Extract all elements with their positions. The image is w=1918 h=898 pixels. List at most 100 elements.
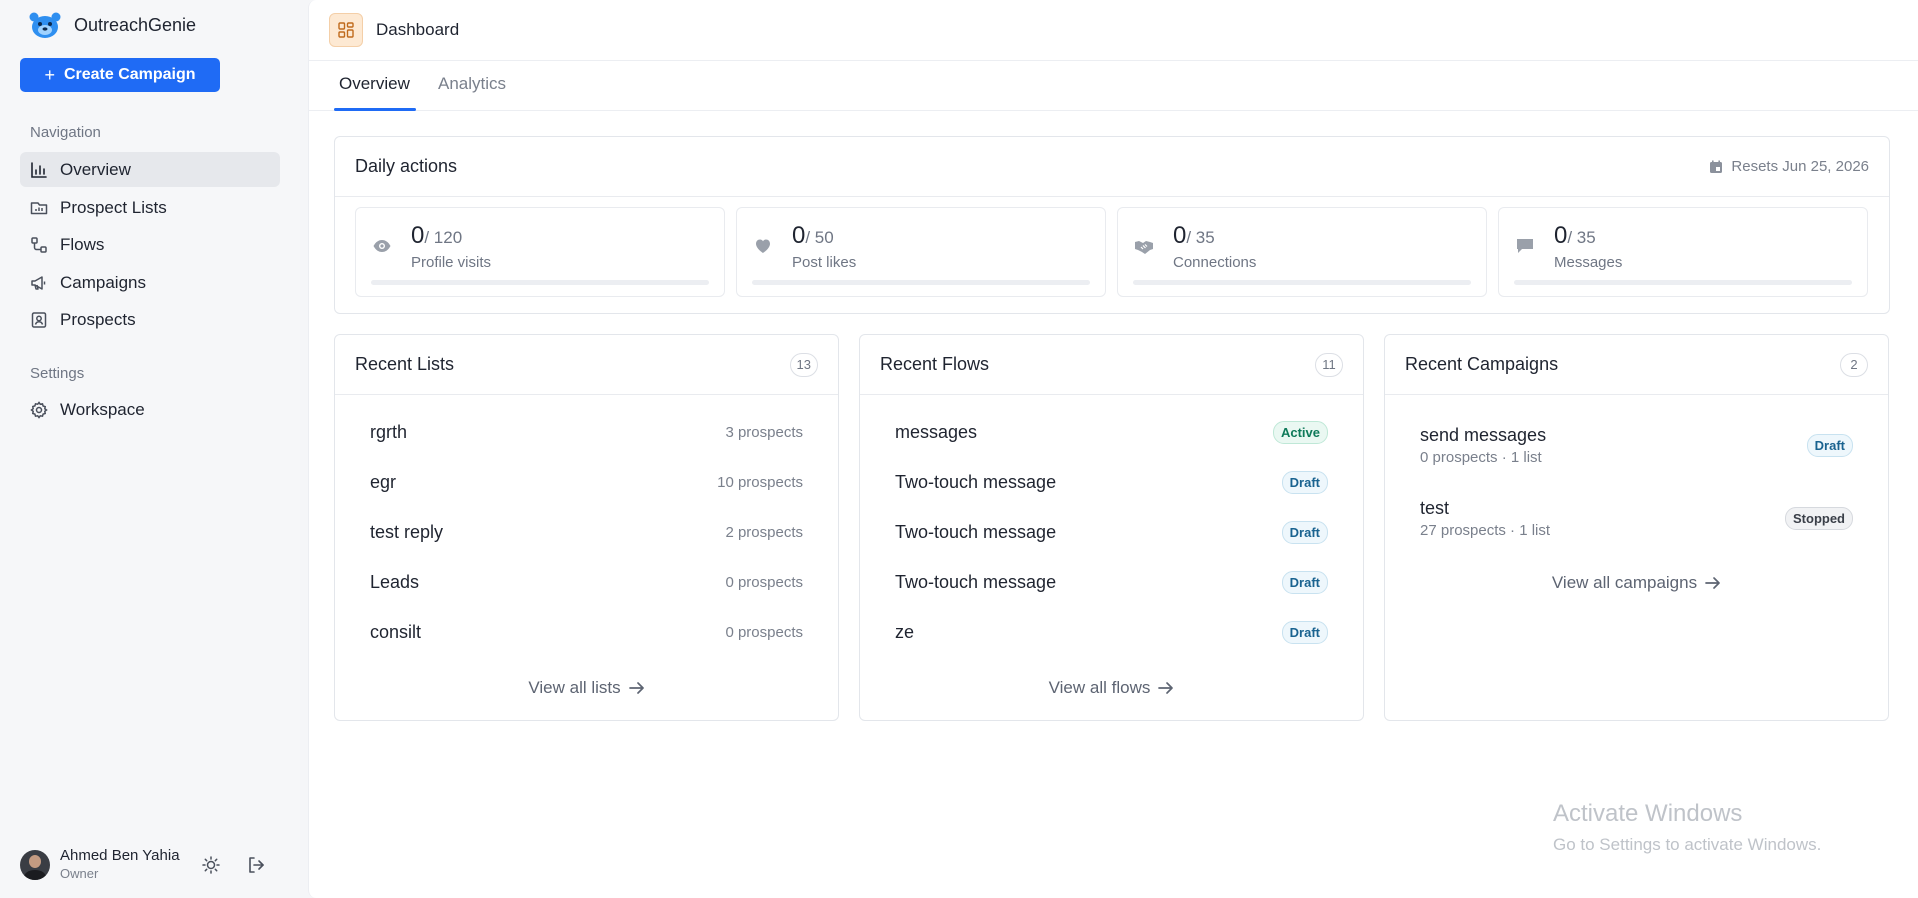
create-campaign-button[interactable]: + Create Campaign [20, 58, 220, 92]
plus-icon: + [44, 64, 55, 85]
folder-chart-icon [30, 201, 48, 214]
list-item[interactable]: test reply 2 prospects [370, 517, 803, 547]
list-item[interactable]: Leads 0 prospects [370, 567, 803, 597]
sidebar-item-flows[interactable]: Flows [20, 227, 280, 262]
tab-overview[interactable]: Overview [339, 74, 410, 94]
windows-activation-watermark: Activate Windows Go to Settings to activ… [1553, 800, 1821, 855]
arrow-right-icon [1158, 682, 1174, 694]
resets-info: Resets Jun 25, 2026 [1709, 158, 1869, 175]
message-icon [1517, 239, 1533, 253]
metric-progress-bar [1514, 280, 1852, 285]
navigation-section-label: Navigation [30, 124, 101, 141]
metric-post-likes: 0/ 50 Post likes [736, 207, 1106, 297]
view-all-flows-link[interactable]: View all flows [860, 678, 1363, 698]
metric-connections: 0/ 35 Connections [1117, 207, 1487, 297]
top-bar: Dashboard [309, 0, 1918, 61]
eye-icon [373, 240, 391, 252]
page-title: Dashboard [376, 20, 460, 39]
sidebar-item-workspace[interactable]: Workspace [20, 392, 280, 427]
sidebar-item-overview[interactable]: Overview [20, 152, 280, 187]
metric-progress-bar [371, 280, 709, 285]
handshake-icon [1135, 241, 1153, 254]
metric-label: Profile visits [411, 254, 492, 271]
recent-campaigns-title: Recent Campaigns [1405, 354, 1559, 374]
brand[interactable]: OutreachGenie [28, 10, 196, 40]
metric-value: 0/ 35 [1554, 222, 1596, 249]
view-all-lists-link[interactable]: View all lists [335, 678, 838, 698]
status-badge: Draft [1281, 620, 1328, 644]
daily-actions-title: Daily actions [355, 156, 458, 176]
bar-chart-icon [31, 161, 47, 178]
view-all-campaigns-link[interactable]: View all campaigns [1385, 573, 1888, 593]
metric-label: Post likes [792, 254, 857, 271]
active-tab-indicator [334, 108, 416, 111]
recent-campaigns-card: Recent Campaigns 2 send messages 0 prospe… [1384, 334, 1889, 721]
gear-icon [30, 400, 48, 419]
megaphone-icon [31, 275, 46, 290]
metric-value: 0/ 50 [792, 222, 834, 249]
recent-flows-card: Recent Flows 11 messages Active Two-touch… [859, 334, 1364, 721]
sidebar-item-label: Flows [60, 234, 105, 254]
logout-icon[interactable] [246, 855, 266, 875]
settings-section-label: Settings [30, 365, 85, 382]
status-badge: Draft [1806, 433, 1853, 457]
sidebar-item-label: Prospect Lists [60, 197, 167, 217]
list-item[interactable]: rgrth 3 prospects [370, 417, 803, 447]
campaign-item[interactable]: test 27 prospects · 1 list Stopped [1420, 495, 1853, 541]
sidebar-item-label: Workspace [60, 399, 145, 419]
app-name: OutreachGenie [74, 14, 197, 35]
metric-label: Messages [1554, 254, 1623, 271]
resets-text: Resets Jun 25, 2026 [1731, 158, 1869, 175]
status-badge: Draft [1281, 520, 1328, 544]
campaign-item[interactable]: send messages 0 prospects · 1 list Draft [1420, 422, 1853, 468]
list-item[interactable]: egr 10 prospects [370, 467, 803, 497]
watermark-title: Activate Windows [1553, 800, 1743, 827]
metric-progress-bar [1133, 280, 1471, 285]
user-profile[interactable]: Ahmed Ben Yahia Owner [20, 847, 180, 883]
sidebar-item-prospects[interactable]: Prospects [20, 302, 280, 337]
recent-flows-title: Recent Flows [880, 354, 990, 374]
create-campaign-label: Create Campaign [63, 66, 196, 83]
user-name: Ahmed Ben Yahia [60, 847, 180, 864]
list-item[interactable]: consilt 0 prospects [370, 617, 803, 647]
campaigns-count-badge: 2 [1840, 352, 1868, 377]
flow-item[interactable]: Two-touch message Draft [895, 467, 1328, 497]
heart-icon [756, 239, 770, 253]
metric-value: 0/ 120 [411, 222, 463, 249]
dashboard-icon [329, 13, 363, 47]
avatar [20, 850, 50, 880]
lists-count-badge: 13 [789, 352, 818, 377]
sidebar-item-label: Overview [60, 159, 131, 179]
tab-analytics[interactable]: Analytics [438, 74, 506, 94]
genie-logo-icon [29, 12, 61, 38]
flow-icon [31, 236, 47, 253]
sidebar-item-campaigns[interactable]: Campaigns [20, 265, 280, 300]
sidebar-item-label: Campaigns [60, 272, 146, 292]
arrow-right-icon [628, 682, 644, 694]
status-badge: Draft [1281, 470, 1328, 494]
status-badge: Stopped [1785, 506, 1853, 530]
user-role: Owner [60, 866, 99, 881]
metric-progress-bar [752, 280, 1090, 285]
tab-bar: Overview Analytics [309, 61, 1918, 111]
watermark-subtitle: Go to Settings to activate Windows. [1553, 835, 1822, 854]
recent-lists-card: Recent Lists 13 rgrth 3 prospects egr 10 p… [334, 334, 839, 721]
metric-label: Connections [1173, 254, 1257, 271]
flow-item[interactable]: ze Draft [895, 617, 1328, 647]
sidebar: OutreachGenie + Create Campaign Navigati… [0, 0, 300, 898]
status-badge: Active [1272, 420, 1328, 444]
daily-actions-card: Daily actions Resets Jun 25, 2026 0/ 120… [334, 136, 1890, 314]
flow-item[interactable]: messages Active [895, 417, 1328, 447]
main-content: Dashboard Overview Analytics Daily actio… [308, 0, 1918, 898]
status-badge: Draft [1281, 570, 1328, 594]
flow-item[interactable]: Two-touch message Draft [895, 567, 1328, 597]
sidebar-item-label: Prospects [60, 309, 136, 329]
metric-profile-visits: 0/ 120 Profile visits [355, 207, 725, 297]
sidebar-item-prospect-lists[interactable]: Prospect Lists [20, 190, 280, 225]
flow-item[interactable]: Two-touch message Draft [895, 517, 1328, 547]
contact-card-icon [31, 311, 47, 328]
sun-icon[interactable] [201, 855, 221, 875]
recent-lists-title: Recent Lists [355, 354, 455, 374]
metric-value: 0/ 35 [1173, 222, 1215, 249]
arrow-right-icon [1705, 577, 1720, 589]
